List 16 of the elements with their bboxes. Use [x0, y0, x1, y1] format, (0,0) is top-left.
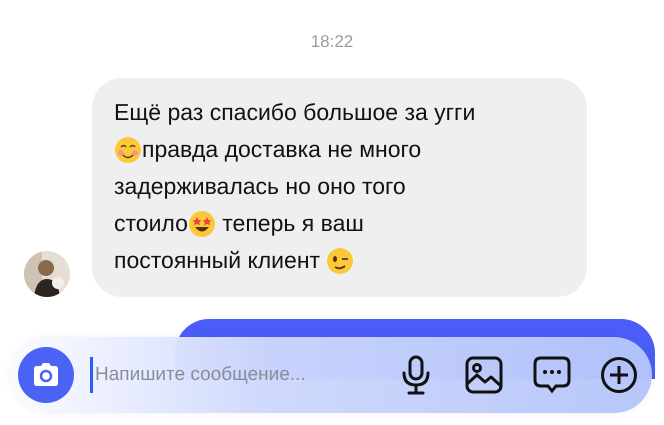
- avatar: [24, 251, 70, 297]
- message-text: задерживалась но оно того: [114, 173, 406, 200]
- message-text: постоянный клиент: [114, 247, 322, 274]
- image-button[interactable]: [463, 354, 505, 396]
- message-text: Ещё раз спасибо большое за угги: [114, 99, 476, 126]
- smiling-face-icon: [114, 136, 142, 164]
- message-input-field[interactable]: Напишите сообщение...: [90, 357, 370, 393]
- message-timestamp: 18:22: [310, 32, 354, 52]
- message-text: стоило: [114, 210, 188, 237]
- winking-face-icon: [326, 246, 354, 274]
- message-text: теперь я ваш: [221, 210, 364, 237]
- chat-button[interactable]: [530, 354, 572, 396]
- message-text: правда доставка не много: [142, 136, 422, 163]
- camera-button[interactable]: [18, 347, 74, 403]
- camera-icon: [31, 362, 61, 388]
- star-eyes-face-icon: [188, 210, 216, 238]
